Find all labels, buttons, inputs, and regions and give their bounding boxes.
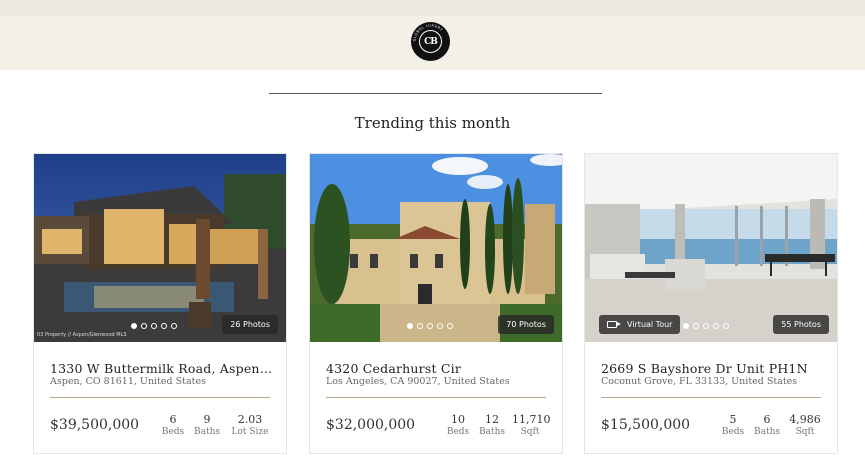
- stat-value: 11,710: [512, 413, 551, 426]
- carousel-dot[interactable]: [161, 323, 167, 329]
- video-camera-icon: [607, 321, 621, 328]
- stat-value: 2.03: [237, 413, 263, 426]
- photos-count-button[interactable]: 70 Photos: [498, 315, 554, 334]
- listing-city: Coconut Grove, FL 33133, United States: [601, 376, 798, 387]
- stat-sqft: 11,710 Sqft: [512, 413, 551, 437]
- listing-card[interactable]: Virtual Tour 55 Photos 2669 S Bayshore D…: [584, 153, 838, 454]
- house-image: [585, 154, 837, 342]
- stat-value: 6: [169, 413, 177, 426]
- stat-label: Baths: [753, 427, 780, 437]
- listing-price: $39,500,000: [50, 417, 140, 433]
- svg-text:GLOBAL LUXURY: GLOBAL LUXURY: [412, 23, 443, 41]
- brand-logo[interactable]: GLOBAL LUXURY CB: [411, 22, 450, 61]
- stat-value: 9: [203, 413, 211, 426]
- stat-label: Lot Size: [231, 427, 269, 437]
- listing-price: $32,000,000: [326, 417, 416, 433]
- carousel-dots[interactable]: [683, 323, 729, 329]
- virtual-tour-button[interactable]: Virtual Tour: [599, 315, 681, 334]
- section-divider: [269, 93, 602, 94]
- stat-value: 4,986: [789, 413, 821, 426]
- carousel-dot[interactable]: [723, 323, 729, 329]
- listing-address[interactable]: 1330 W Buttermilk Road, Aspen,...: [50, 361, 275, 376]
- carousel-dot[interactable]: [693, 323, 699, 329]
- stat-label: Sqft: [795, 427, 815, 437]
- card-divider: [326, 397, 546, 398]
- stat-value: 10: [451, 413, 465, 426]
- carousel-dot[interactable]: [713, 323, 719, 329]
- virtual-tour-label: Virtual Tour: [627, 320, 673, 329]
- stat-beds: 6 Beds: [160, 413, 186, 437]
- carousel-dot[interactable]: [437, 323, 443, 329]
- carousel-dot[interactable]: [407, 323, 413, 329]
- listing-city: Los Angeles, CA 90027, United States: [326, 376, 510, 387]
- carousel-dot[interactable]: [683, 323, 689, 329]
- carousel-dot[interactable]: [703, 323, 709, 329]
- card-divider: [601, 397, 821, 398]
- listing-price: $15,500,000: [601, 417, 691, 433]
- stat-label: Sqft: [520, 427, 540, 437]
- carousel-dot[interactable]: [151, 323, 157, 329]
- stat-value: 5: [729, 413, 737, 426]
- top-strip: [0, 0, 865, 16]
- photo-credit: 03 Property // Aspen/Glenwood MLS: [37, 332, 127, 338]
- stat-beds: 5 Beds: [719, 413, 747, 437]
- listing-city: Aspen, CO 81611, United States: [50, 376, 206, 387]
- stat-baths: 9 Baths: [191, 413, 223, 437]
- stat-baths: 6 Baths: [751, 413, 783, 437]
- stat-lot-size: 2.03 Lot Size: [228, 413, 272, 437]
- stat-value: 12: [485, 413, 499, 426]
- listing-address[interactable]: 4320 Cedarhurst Cir: [326, 361, 551, 376]
- logo-ring-icon: GLOBAL LUXURY: [412, 23, 443, 41]
- house-image: [34, 154, 286, 342]
- stat-label: Baths: [478, 427, 505, 437]
- carousel-dot[interactable]: [447, 323, 453, 329]
- listing-address[interactable]: 2669 S Bayshore Dr Unit PH1N: [601, 361, 826, 376]
- house-image: [310, 154, 562, 342]
- listing-photo[interactable]: 03 Property // Aspen/Glenwood MLS 26 Pho…: [34, 154, 286, 342]
- photos-count-button[interactable]: 55 Photos: [773, 315, 829, 334]
- stat-beds: 10 Beds: [444, 413, 472, 437]
- carousel-dots[interactable]: [407, 323, 453, 329]
- carousel-dot[interactable]: [141, 323, 147, 329]
- carousel-dots[interactable]: [131, 323, 177, 329]
- stat-label: Beds: [446, 427, 470, 437]
- stat-label: Beds: [161, 427, 185, 437]
- stat-sqft: 4,986 Sqft: [787, 413, 823, 437]
- stat-baths: 12 Baths: [476, 413, 508, 437]
- listing-card[interactable]: 03 Property // Aspen/Glenwood MLS 26 Pho…: [33, 153, 287, 454]
- carousel-dot[interactable]: [417, 323, 423, 329]
- photos-count-button[interactable]: 26 Photos: [222, 315, 278, 334]
- card-divider: [50, 397, 270, 398]
- listing-photo[interactable]: Virtual Tour 55 Photos: [585, 154, 837, 342]
- stat-value: 6: [763, 413, 771, 426]
- carousel-dot[interactable]: [131, 323, 137, 329]
- listing-photo[interactable]: 70 Photos: [310, 154, 562, 342]
- section-title: Trending this month: [354, 114, 511, 132]
- stat-label: Baths: [193, 427, 220, 437]
- carousel-dot[interactable]: [171, 323, 177, 329]
- listing-card[interactable]: 70 Photos 4320 Cedarhurst Cir Los Angele…: [309, 153, 563, 454]
- stat-label: Beds: [721, 427, 745, 437]
- carousel-dot[interactable]: [427, 323, 433, 329]
